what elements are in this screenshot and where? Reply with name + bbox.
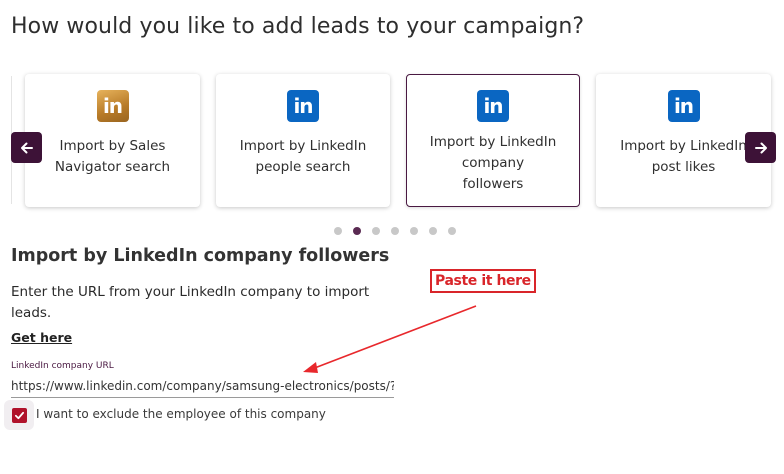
exclude-employees-label: I want to exclude the employee of this c… (36, 407, 326, 421)
linkedin-sales-navigator-icon: in (96, 90, 129, 122)
page-title: How would you like to add leads to your … (11, 14, 585, 39)
checkbox-checked (11, 407, 27, 423)
import-method-carousel: in Import by Sales Navigator search in I… (0, 70, 784, 215)
arrow-right-icon (754, 142, 767, 153)
section-title: Import by LinkedIn company followers (11, 246, 390, 266)
card-linkedin-people-search[interactable]: in Import by LinkedIn people search (216, 74, 390, 207)
url-field-label: LinkedIn company URL (11, 361, 114, 371)
carousel-pagination (334, 227, 456, 235)
card-linkedin-company-followers[interactable]: in Import by LinkedIn company followers (406, 74, 580, 207)
pagination-dot-active[interactable] (353, 227, 361, 235)
card-label: Import by LinkedIn post likes (620, 138, 747, 175)
annotation-callout: Paste it here (430, 269, 536, 293)
pagination-dot[interactable] (448, 227, 456, 235)
get-here-link[interactable]: Get here (11, 330, 72, 345)
card-label: Import by LinkedIn people search (239, 138, 367, 175)
company-url-input[interactable] (11, 375, 394, 398)
card-sales-navigator-search[interactable]: in Import by Sales Navigator search (25, 74, 200, 207)
arrow-left-icon (20, 142, 33, 153)
exclude-employees-checkbox[interactable] (4, 400, 34, 430)
pagination-dot[interactable] (410, 227, 418, 235)
pagination-dot[interactable] (372, 227, 380, 235)
pagination-dot[interactable] (391, 227, 399, 235)
card-label: Import by Sales Navigator search (54, 138, 171, 175)
carousel-prev-button[interactable] (11, 132, 42, 163)
linkedin-icon: in (667, 90, 700, 122)
linkedin-icon: in (477, 90, 509, 122)
pagination-dot[interactable] (429, 227, 437, 235)
checkmark-icon (14, 411, 24, 419)
pagination-dot[interactable] (334, 227, 342, 235)
carousel-next-button[interactable] (745, 132, 776, 163)
linkedin-icon: in (287, 90, 319, 122)
section-description: Enter the URL from your LinkedIn company… (11, 284, 370, 321)
card-label: Import by LinkedIn company followers (429, 134, 557, 192)
